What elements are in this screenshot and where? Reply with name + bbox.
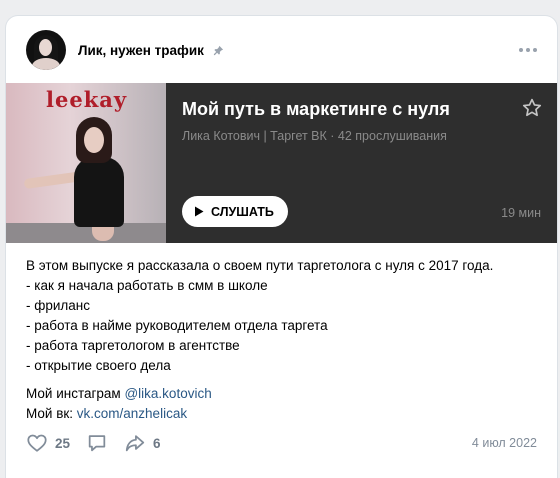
post-header: Лик, нужен трафик	[26, 30, 537, 70]
post-date[interactable]: 4 июл 2022	[472, 436, 537, 450]
text-line: - работа в найме руководителем отдела та…	[26, 318, 328, 333]
instagram-label: Мой инстаграм	[26, 386, 125, 401]
podcast-cover[interactable]: leekay	[6, 83, 166, 243]
instagram-line: Мой инстаграм @lika.kotovich	[26, 384, 212, 404]
comment-button[interactable]	[86, 432, 108, 454]
text-line: - открытие своего дела	[26, 358, 171, 373]
cover-logo: leekay	[46, 87, 128, 112]
text-line: - работа таргетологом в агентстве	[26, 338, 240, 353]
text-line: - как я начала работать в смм в школе	[26, 278, 268, 293]
vk-label: Мой вк:	[26, 406, 77, 421]
vk-line: Мой вк: vk.com/anzhelicak	[26, 404, 212, 424]
play-icon	[195, 206, 204, 217]
post-text: В этом выпуске я рассказала о своем пути…	[26, 256, 541, 376]
instagram-link[interactable]: @lika.kotovich	[124, 386, 211, 401]
text-line: - фриланс	[26, 298, 90, 313]
comment-icon	[88, 435, 106, 452]
listen-button[interactable]: СЛУШАТЬ	[182, 196, 288, 227]
like-icon	[27, 434, 47, 452]
like-button[interactable]: 25	[26, 432, 70, 454]
avatar[interactable]	[26, 30, 66, 70]
author-name[interactable]: Лик, нужен трафик	[78, 43, 204, 58]
post-links: Мой инстаграм @lika.kotovich Мой вк: vk.…	[26, 384, 212, 424]
listen-label: СЛУШАТЬ	[211, 204, 274, 219]
podcast-attachment[interactable]: leekay Мой путь в маркетинге с нуля Лика…	[6, 83, 557, 243]
podcast-meta: Лика Котович | Таргет ВК · 42 прослушива…	[182, 129, 447, 143]
post-card: Лик, нужен трафик leekay Мой путь в марк…	[6, 16, 557, 478]
post-footer: 25 6 4 июл 2022	[26, 431, 537, 455]
like-count: 25	[55, 435, 71, 451]
vk-link[interactable]: vk.com/anzhelicak	[77, 406, 187, 421]
more-icon[interactable]	[519, 48, 537, 52]
share-icon	[125, 435, 145, 452]
text-line: В этом выпуске я рассказала о своем пути…	[26, 258, 494, 273]
share-button[interactable]: 6	[124, 432, 161, 454]
podcast-info: Мой путь в маркетинге с нуля Лика Котови…	[166, 83, 557, 243]
star-icon[interactable]	[521, 97, 543, 119]
share-count: 6	[153, 435, 161, 451]
podcast-title[interactable]: Мой путь в маркетинге с нуля	[182, 99, 541, 120]
pin-icon	[213, 45, 223, 55]
podcast-duration: 19 мин	[501, 206, 541, 220]
